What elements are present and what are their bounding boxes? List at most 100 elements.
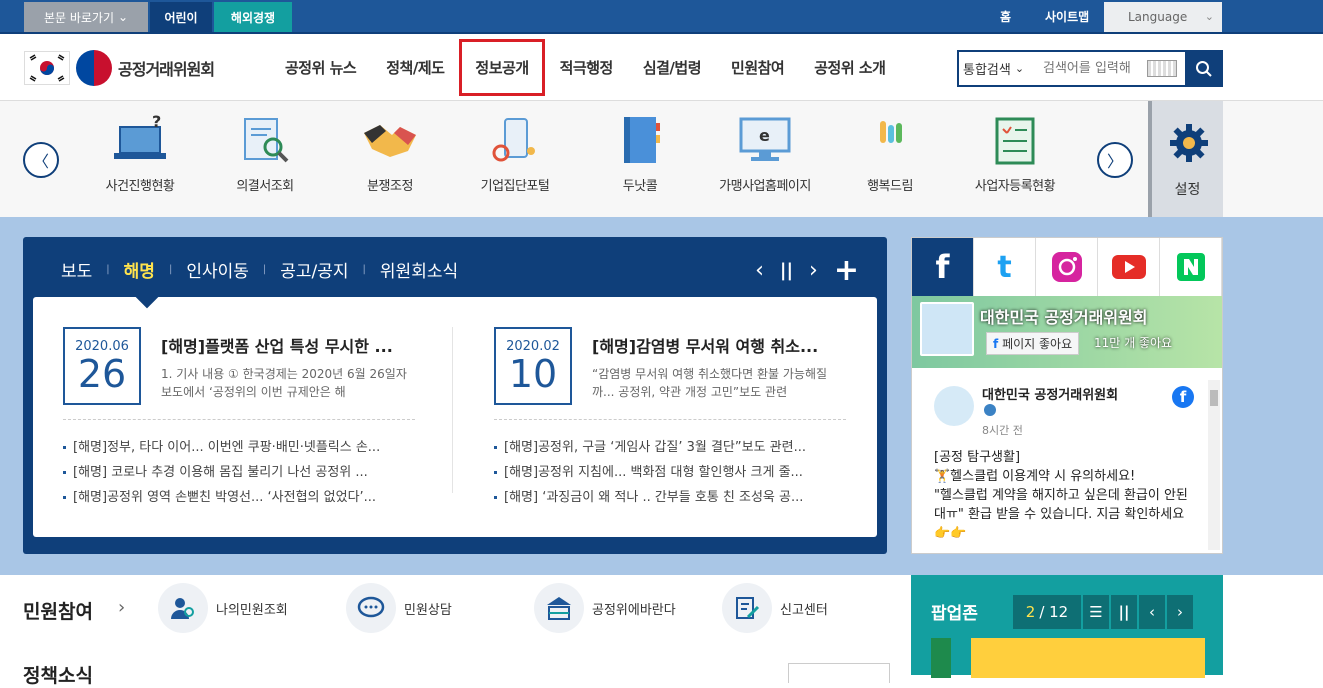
quick-item-enterprise-portal[interactable]: 기업집단포털 [455,115,575,194]
mobile-gear-icon [487,115,543,167]
civil-section: 민원참여 › 나의민원조회 민원상담 공정위에바란다 신고센터 정책소식 [0,575,900,687]
tab-separator: | [262,264,267,275]
quick-item-donotcall[interactable]: 두낫콜 [580,115,700,194]
nav-item-policy[interactable]: 정책/제도 [371,49,459,87]
post-line: 🏋️헬스클럽 이용계약 시 유의하세요! [934,469,1136,484]
settings-label: 설정 [1174,182,1201,198]
tab-facebook[interactable]: f [912,238,974,296]
list-item[interactable]: [해명]정부, 타다 이어... 이번엔 쿠팡·배민·넷플릭스 손... [63,435,415,460]
chevron-right-icon[interactable]: › [118,597,125,618]
date-box: 2020.02 10 [494,327,572,405]
list-item[interactable]: [해명] ‘과징금이 왜 적나 .. 간부들 호통 친 조성욱 공... [494,485,846,510]
language-select[interactable]: Language ⌄ [1104,2,1222,32]
avatar[interactable] [934,386,974,426]
nav-item-news[interactable]: 공정위 뉴스 [270,49,371,87]
pause-icon[interactable]: || [1111,595,1137,629]
quick-prev-button[interactable]: 〈 [23,142,59,178]
nav-item-active-admin[interactable]: 적극행정 [545,49,628,87]
policy-news-controls[interactable] [788,663,890,683]
nav-item-decisions[interactable]: 심결/법령 [628,49,716,87]
site-logo[interactable]: 공정거래위원회 [24,50,215,86]
main-navigation: 공정위 뉴스 정책/제도 정보공개 적극행정 심결/법령 민원참여 공정위 소개 [270,34,900,101]
korean-flag-icon [24,51,70,85]
news-card: 2020.06 26 [해명]플랫폼 산업 특성 무시한 ... 1. 기사 내… [33,285,877,537]
list-item[interactable]: [해명]공정위 지침에... 백화점 대형 할인행사 크게 줄... [494,460,846,485]
chevron-left-icon: 〈 [32,152,49,171]
document-edit-icon [722,583,772,633]
tab-clarification[interactable]: 해명 [116,257,163,282]
news-headline[interactable]: [해명]감염병 무서워 여행 취소... [592,333,852,357]
nav-item-civil[interactable]: 민원참여 [716,49,799,87]
search-button[interactable] [1185,50,1223,87]
tab-notices[interactable]: 공고/공지 [272,257,356,282]
facebook-cover: 대한민국 공정거래위원회 f 페이지 좋아요 11만 개 좋아요 [912,296,1222,368]
my-complaints-link[interactable]: 나의민원조회 [158,583,288,633]
list-icon[interactable]: ☰ [1083,595,1109,629]
popup-counter: 2/ 12 [1013,595,1081,629]
government-emblem-icon [76,50,112,86]
list-item[interactable]: [해명] 코로나 추경 이용해 몸집 불리기 나선 공정위 ... [63,460,415,485]
skip-to-content-button[interactable]: 본문 바로가기 ⌄ [24,2,148,32]
popup-banner-image[interactable] [931,638,1205,678]
quick-item-case-status[interactable]: ? 사건진행현황 [80,112,200,194]
section-title[interactable]: 민원참여 [23,597,93,624]
sns-tabs: f t [912,238,1222,296]
tab-committee-news[interactable]: 위원회소식 [372,257,466,282]
suggestions-link[interactable]: 공정위에바란다 [534,583,676,633]
quick-item-business-registration[interactable]: 사업자등록현황 [955,115,1075,194]
list-item[interactable]: [해명]공정위, 구글 ‘게임사 갑질’ 3월 결단”보도 관련... [494,435,846,460]
tab-separator: | [168,264,173,275]
page-name[interactable]: 대한민국 공정거래위원회 [980,304,1148,328]
kids-link[interactable]: 어린이 [150,2,212,32]
quick-item-dispute[interactable]: 분쟁조정 [330,115,450,194]
quick-next-button[interactable]: 〉 [1097,142,1133,178]
home-link[interactable]: 홈 [1000,8,1011,25]
nav-item-disclosure[interactable]: 정보공개 [459,39,545,96]
chat-bubble-icon [346,583,396,633]
quick-item-happy-dream[interactable]: 행복드림 [830,115,950,194]
tab-instagram[interactable] [1036,238,1098,296]
plus-icon[interactable]: + [834,253,859,288]
list-item[interactable]: [해명]공정위 영역 손뻗친 박영선... ‘사전협의 없었다’... [63,485,415,510]
scrollbar[interactable] [1208,380,1220,550]
scrollbar-thumb[interactable] [1210,390,1218,406]
tab-press[interactable]: 보도 [53,257,100,282]
search-input[interactable] [1043,61,1143,76]
news-headline[interactable]: [해명]플랫폼 산업 특성 무시한 ... [161,333,421,357]
popup-zone-title: 팝업존 [931,604,978,624]
naver-icon [1176,253,1205,281]
popup-total: / 12 [1039,603,1069,621]
news-list: [해명]정부, 타다 이어... 이번엔 쿠팡·배민·넷플릭스 손... [해명… [63,435,415,510]
chevron-left-icon[interactable]: ‹ [1139,595,1165,629]
like-count: 11만 개 좋아요 [1094,336,1173,350]
civil-item-label: 신고센터 [780,602,828,618]
search-category-select[interactable]: 통합검색 ⌄ [959,59,1043,78]
svg-text:e: e [759,126,770,145]
chevron-left-icon[interactable]: ‹ [755,258,764,283]
building-icon [534,583,584,633]
overseas-competition-link[interactable]: 해외경쟁 [214,2,292,32]
tab-naver[interactable] [1160,238,1222,296]
quick-item-decision-search[interactable]: 의결서조회 [205,115,325,194]
quick-item-franchise[interactable]: e 가맹사업홈페이지 [705,115,825,194]
tab-twitter[interactable]: t [974,238,1036,296]
chevron-right-icon[interactable]: › [1167,595,1193,629]
report-center-link[interactable]: 신고센터 [722,583,828,633]
banner-strip [931,638,951,678]
tab-personnel[interactable]: 인사이동 [178,257,257,282]
tab-youtube[interactable] [1098,238,1160,296]
page-profile-image[interactable] [920,302,974,356]
chevron-right-icon[interactable]: › [809,258,818,283]
virtual-keyboard-icon[interactable] [1147,60,1177,77]
post-author[interactable]: 대한민국 공정거래위원회 [982,384,1118,403]
quick-item-label: 분쟁조정 [367,179,413,194]
date-day: 10 [508,352,558,396]
nav-item-about[interactable]: 공정위 소개 [799,49,900,87]
pause-icon[interactable]: || [780,260,793,281]
like-page-button[interactable]: f 페이지 좋아요 [986,332,1080,355]
notebook-icon [612,115,668,167]
sitemap-link[interactable]: 사이트맵 [1045,8,1089,25]
instagram-icon [1051,252,1082,282]
settings-button[interactable]: 설정 [1148,101,1223,217]
consultation-link[interactable]: 민원상담 [346,583,452,633]
